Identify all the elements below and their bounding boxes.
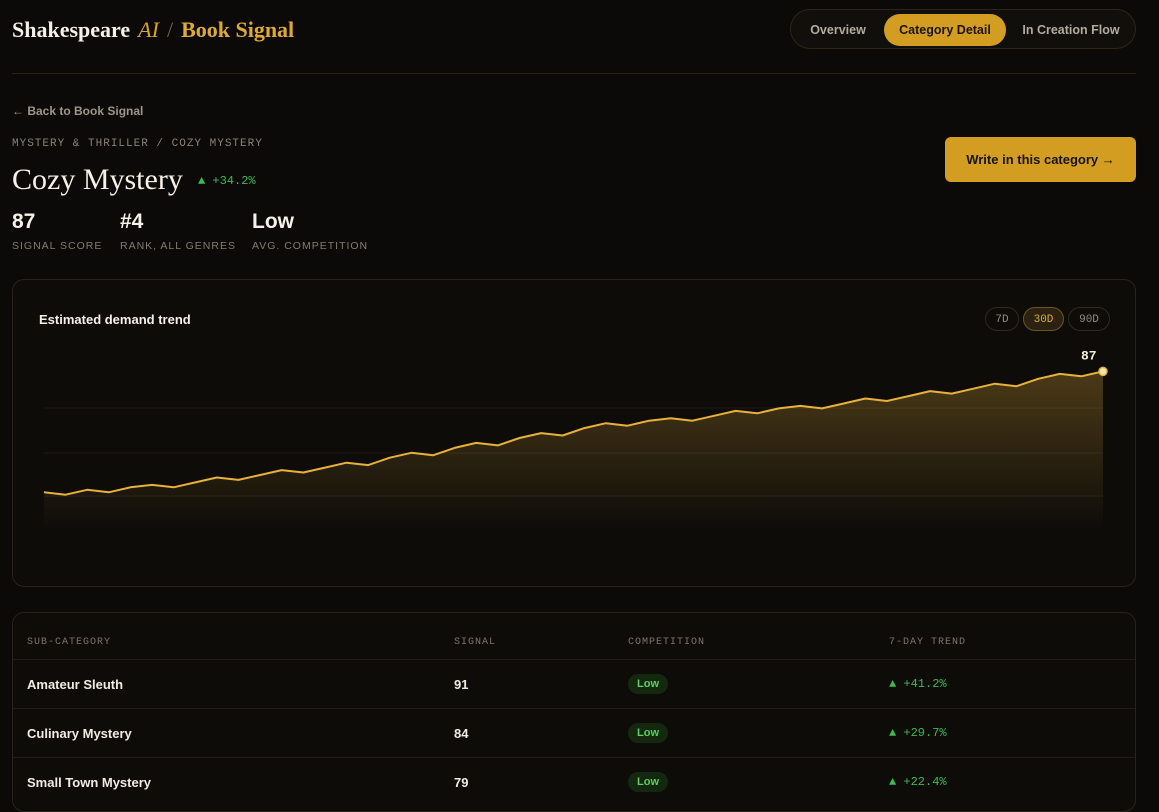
signal-value: 91 (454, 677, 469, 692)
growth-badge: ▲ +34.2% (198, 174, 256, 188)
back-link[interactable]: ← Back to Book Signal (12, 104, 143, 118)
table-row[interactable]: Amateur Sleuth 91 Low ▲ +41.2% (13, 659, 1135, 708)
stat-label: SIGNAL SCORE (12, 240, 103, 252)
table-row[interactable]: Culinary Mystery 84 Low ▲ +29.7% (13, 708, 1135, 757)
last-point-marker (1098, 366, 1108, 377)
stat-value: #4 (120, 210, 144, 233)
brand-name: Shakespeare (12, 17, 131, 42)
trend-value: ▲ +29.7% (889, 726, 947, 740)
stat-rank: #4 RANK, ALL GENRES (120, 210, 236, 252)
signal-value: 84 (454, 726, 469, 741)
subcategory-table: SUB-CATEGORY SIGNAL COMPETITION 7-DAY TR… (12, 612, 1136, 812)
subcategory-name: Small Town Mystery (27, 775, 152, 790)
stat-signal-score: 87 SIGNAL SCORE (12, 210, 102, 252)
column-header: 7-DAY TREND (889, 637, 967, 648)
chart-title: Estimated demand trend (39, 312, 191, 327)
brand-logo[interactable]: Shakespeare AI / Book Signal (12, 17, 294, 43)
trend-area (44, 371, 1103, 530)
subcategory-name: Amateur Sleuth (27, 677, 124, 692)
table-row[interactable]: Small Town Mystery 79 Low ▲ +22.4% (13, 757, 1135, 806)
competition-badge: Low (628, 674, 668, 694)
competition-badge: Low (628, 772, 668, 792)
column-header: COMPETITION (628, 637, 706, 648)
brand-separator: / (166, 17, 174, 42)
stat-value: 87 (12, 210, 36, 233)
tab-category-detail[interactable]: Category Detail (884, 14, 1006, 46)
trend-value: ▲ +41.2% (889, 677, 947, 691)
page-title: Cozy Mystery (12, 163, 183, 196)
stat-label: AVG. COMPETITION (252, 240, 369, 252)
tab-in-creation-flow[interactable]: In Creation Flow (1013, 14, 1129, 46)
stat-competition: Low AVG. COMPETITION (252, 210, 368, 252)
stat-value: Low (252, 210, 294, 233)
column-header: SUB-CATEGORY (27, 637, 112, 648)
range-30d-button[interactable]: 30D (1023, 307, 1064, 331)
stat-label: RANK, ALL GENRES (120, 240, 236, 252)
breadcrumb: MYSTERY & THRILLER / COZY MYSTERY (12, 138, 263, 150)
column-header: SIGNAL (454, 637, 497, 648)
last-value-label: 87 (1081, 348, 1097, 363)
trend-value: ▲ +22.4% (889, 775, 947, 789)
range-7d-button[interactable]: 7D (985, 307, 1019, 331)
signal-value: 79 (454, 775, 469, 790)
range-90d-button[interactable]: 90D (1068, 307, 1110, 331)
competition-badge: Low (628, 723, 668, 743)
write-in-category-button[interactable]: Write in this category → (945, 137, 1136, 182)
view-tabs: Overview Category Detail In Creation Flo… (790, 9, 1136, 49)
subcategory-name: Culinary Mystery (27, 726, 132, 741)
top-bar: Shakespeare AI / Book Signal Overview Categ… (12, 0, 1136, 74)
brand-ai: AI (138, 17, 159, 42)
tab-overview[interactable]: Overview (799, 14, 877, 46)
brand-product: Book Signal (181, 17, 295, 42)
demand-trend-card: 87 Estimated demand trend 7D 30D 90D (12, 279, 1136, 587)
